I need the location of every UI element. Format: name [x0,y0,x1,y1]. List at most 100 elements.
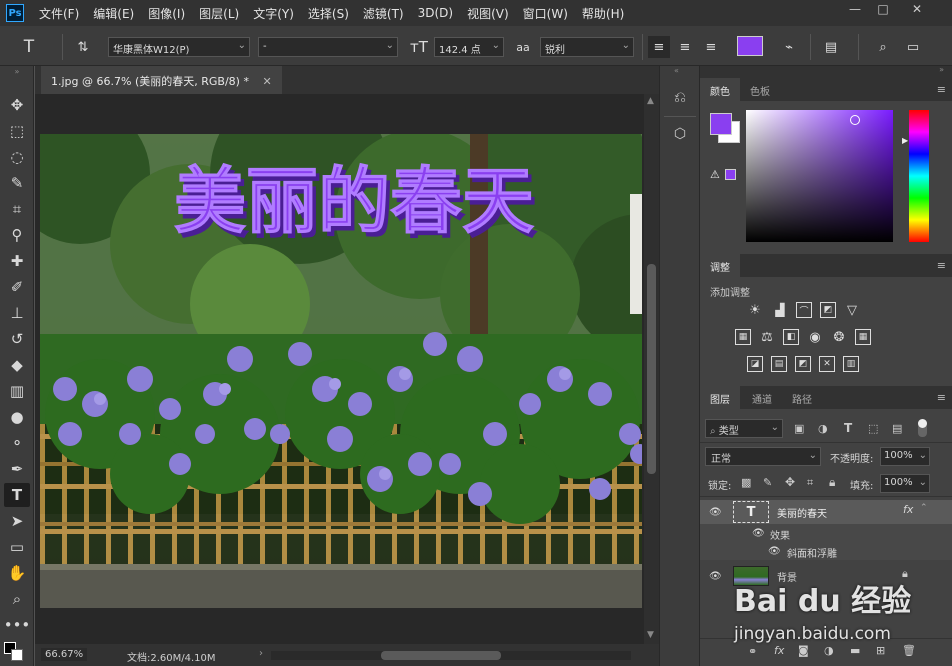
type-tool-icon[interactable]: T [4,483,30,507]
workspace-icon[interactable]: ▭ [902,36,924,58]
add-mask-icon[interactable]: ◙ [798,644,809,657]
black-white-icon[interactable]: ◧ [783,329,799,345]
zoom-tool-icon[interactable]: ⌕ [4,587,30,611]
close-window-button[interactable]: ✕ [900,0,934,18]
more-tools-icon[interactable]: ••• [4,613,31,637]
bevel-visibility-eye-icon[interactable]: 👁︎ [768,546,782,557]
tab-paths[interactable]: 路径 [782,386,822,409]
rectangle-tool-icon[interactable]: ▭ [4,535,30,559]
tab-channels[interactable]: 通道 [742,386,782,409]
new-layer-icon[interactable]: ⊞ [876,644,885,657]
visibility-eye-icon[interactable]: 👁︎ [709,507,723,518]
lasso-tool-icon[interactable]: ◌ [4,145,30,169]
layers-panel-menu-icon[interactable]: ≡ [937,391,946,404]
crop-tool-icon[interactable]: ⌗ [4,197,30,221]
menu-view[interactable]: 视图(V) [460,5,516,22]
filter-adjustment-icon[interactable]: ◑ [818,422,828,435]
lock-transparent-icon[interactable]: ▩ [741,476,751,489]
status-menu-arrow-icon[interactable]: › [259,648,263,659]
zoom-level[interactable]: 66.67% [41,648,88,661]
menu-file[interactable]: 文件(F) [32,5,86,22]
document-tab[interactable]: 1.jpg @ 66.7% (美丽的春天, RGB/8) * ✕ [41,66,282,94]
layer-row-background[interactable]: 👁︎ 背景 🔒︎ [700,564,952,588]
gamut-color-swatch[interactable] [725,169,736,180]
menu-image[interactable]: 图像(I) [141,5,192,22]
layer-effects-fx-icon[interactable]: fx [903,503,913,516]
character-panel-icon[interactable]: ▤ [820,36,842,58]
horizontal-scrollbar[interactable] [271,651,631,660]
fill-input[interactable]: 100% ⌄ [880,474,930,493]
hue-saturation-icon[interactable]: ▦ [735,329,751,345]
font-family-select[interactable]: 华康黑体W12(P) ⌄ [108,37,250,57]
threshold-icon[interactable]: ◩ [795,356,811,372]
new-group-icon[interactable]: ▬ [850,644,860,657]
gamut-warning-icon[interactable]: ⚠ [710,168,720,181]
filter-shape-icon[interactable]: ⬚ [868,422,878,435]
layer-effect-bevel-row[interactable]: 👁︎ 斜面和浮雕 [700,542,952,560]
font-style-select[interactable]: - ⌄ [258,37,398,57]
color-panel-menu-icon[interactable]: ≡ [937,83,946,96]
color-picker-cursor[interactable] [850,115,860,125]
menu-3d[interactable]: 3D(D) [411,6,460,20]
lock-artboard-icon[interactable]: ⌗ [807,476,813,490]
close-tab-icon[interactable]: ✕ [262,75,271,88]
posterize-icon[interactable]: ▤ [771,356,787,372]
layer-filter-select[interactable]: ⌕ 类型 ⌄ [705,419,783,438]
collapse-panels-icon[interactable]: » [939,65,944,74]
invert-icon[interactable]: ◪ [747,356,763,372]
gradient-map-icon[interactable]: ▥ [843,356,859,372]
search-icon[interactable]: ⌕ [872,36,894,58]
maximize-button[interactable]: □ [866,0,900,18]
align-right-icon[interactable]: ≡ [700,36,722,58]
move-tool-icon[interactable]: ✥ [4,93,30,117]
toggle-text-orientation-icon[interactable]: ⇅ [72,36,94,58]
channel-mixer-icon[interactable]: ❂ [831,329,847,345]
filter-toggle[interactable] [918,419,927,437]
history-brush-tool-icon[interactable]: ↺ [4,327,30,351]
tab-swatches[interactable]: 色板 [740,78,780,101]
align-center-icon[interactable]: ≡ [674,36,696,58]
type-tool-preset-icon[interactable]: T [18,36,40,58]
menu-filter[interactable]: 滤镜(T) [356,5,411,22]
delete-layer-icon[interactable]: 🗑︎ [902,644,916,657]
history-panel-icon[interactable]: ⎌ [670,88,690,108]
adjustments-panel-menu-icon[interactable]: ≡ [937,259,946,272]
color-picker-field[interactable] [746,110,893,242]
hand-tool-icon[interactable]: ✋ [4,561,30,585]
antialias-select[interactable]: 锐利 ⌄ [540,37,634,57]
filter-pixel-icon[interactable]: ▣ [794,422,804,435]
link-layers-icon[interactable]: ⚭ [748,645,757,658]
canvas-text-layer[interactable]: 美丽的春天 [174,159,535,244]
menu-type[interactable]: 文字(Y) [246,5,301,22]
layer-effects-row[interactable]: 👁︎ 效果 [700,524,952,542]
levels-icon[interactable]: ▟ [772,302,788,318]
horizontal-scrollbar-thumb[interactable] [381,651,501,660]
brush-tool-icon[interactable]: ✐ [4,275,30,299]
align-left-icon[interactable]: ≡ [648,36,670,58]
font-size-select[interactable]: 142.4 点 ⌄ [434,37,504,57]
selective-color-icon[interactable]: ✕ [819,356,835,372]
filter-type-icon[interactable]: T [844,421,852,435]
pen-tool-icon[interactable]: ✒ [4,457,30,481]
tab-layers[interactable]: 图层 [700,386,740,409]
menu-window[interactable]: 窗口(W) [516,5,575,22]
hue-slider-handle-icon[interactable]: ▶ [902,136,908,145]
gradient-tool-icon[interactable]: ▥ [4,379,30,403]
vibrance-icon[interactable]: ▽ [844,302,860,318]
image-canvas[interactable]: 美丽的春天 美丽的春天 [40,134,642,608]
quick-select-tool-icon[interactable]: ✎ [4,171,30,195]
foreground-swatch[interactable] [710,113,732,135]
brightness-icon[interactable]: ☀ [747,302,763,318]
filter-smart-object-icon[interactable]: ▤ [892,422,902,435]
add-style-fx-icon[interactable]: fx [774,644,784,657]
menu-select[interactable]: 选择(S) [301,5,356,22]
menu-layer[interactable]: 图层(L) [192,5,246,22]
hue-slider[interactable] [909,110,929,242]
tab-adjustments[interactable]: 调整 [700,254,740,277]
background-layer-name[interactable]: 背景 [777,569,797,584]
collapse-icon[interactable]: » [4,66,30,76]
layer-row-text[interactable]: 👁︎ T 美丽的春天 fx ⌃ [700,500,952,524]
exposure-icon[interactable]: ◩ [820,302,836,318]
menu-help[interactable]: 帮助(H) [575,5,631,22]
collapse-effects-icon[interactable]: ⌃ [920,503,928,513]
